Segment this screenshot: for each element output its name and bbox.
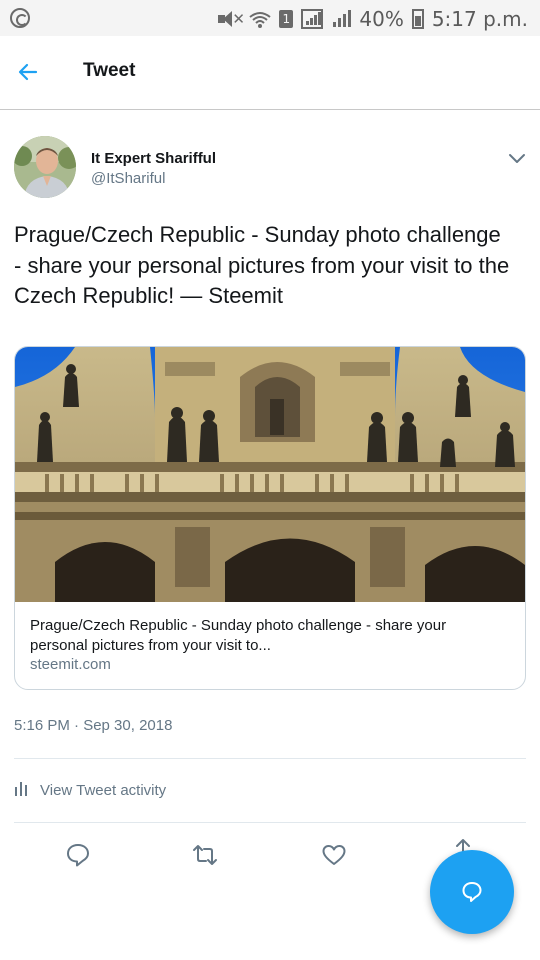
author-handle[interactable]: @ItShariful: [91, 170, 165, 187]
signal-icon: [301, 9, 324, 29]
author-name[interactable]: It Expert Sharifful: [91, 150, 216, 167]
like-icon[interactable]: [321, 842, 347, 868]
divider: [14, 822, 526, 823]
compose-reply-icon: [462, 882, 482, 902]
card-image: [15, 347, 525, 602]
compose-reply-button[interactable]: [430, 850, 514, 934]
mute-icon: ✕: [217, 10, 245, 28]
avatar[interactable]: [14, 136, 76, 198]
card-title: Prague/Czech Republic - Sunday photo cha…: [30, 617, 447, 654]
sync-icon: [10, 8, 30, 28]
back-arrow-icon[interactable]: [18, 62, 38, 82]
battery-icon: [411, 9, 424, 29]
tweet-text: Prague/Czech Republic - Sunday photo cha…: [14, 222, 510, 308]
bar-chart-icon: [14, 780, 28, 801]
signal-icon: [331, 9, 352, 29]
link-card[interactable]: Prague/Czech Republic - Sunday photo cha…: [14, 346, 526, 690]
clock: 5:17 p.m.: [431, 7, 528, 31]
chevron-down-icon[interactable]: [507, 148, 527, 168]
wifi-icon: [249, 10, 271, 28]
battery-percent: 40%: [359, 7, 404, 31]
view-activity-link[interactable]: View Tweet activity: [14, 778, 166, 802]
status-icons: ✕ 1 40% 5:17 p.m.: [217, 6, 528, 32]
reply-icon[interactable]: [65, 842, 91, 868]
view-activity-label: View Tweet activity: [40, 781, 167, 799]
status-bar: ✕ 1 40% 5:17 p.m.: [0, 0, 540, 36]
tweet-timestamp: 5:16 PM · Sep 30, 2018: [14, 717, 173, 734]
header: Tweet: [0, 36, 540, 110]
divider: [14, 758, 526, 759]
retweet-icon[interactable]: [192, 842, 218, 868]
sim-icon: 1: [279, 10, 294, 28]
page-title: Tweet: [83, 60, 136, 81]
card-domain: steemit.com: [30, 656, 111, 673]
